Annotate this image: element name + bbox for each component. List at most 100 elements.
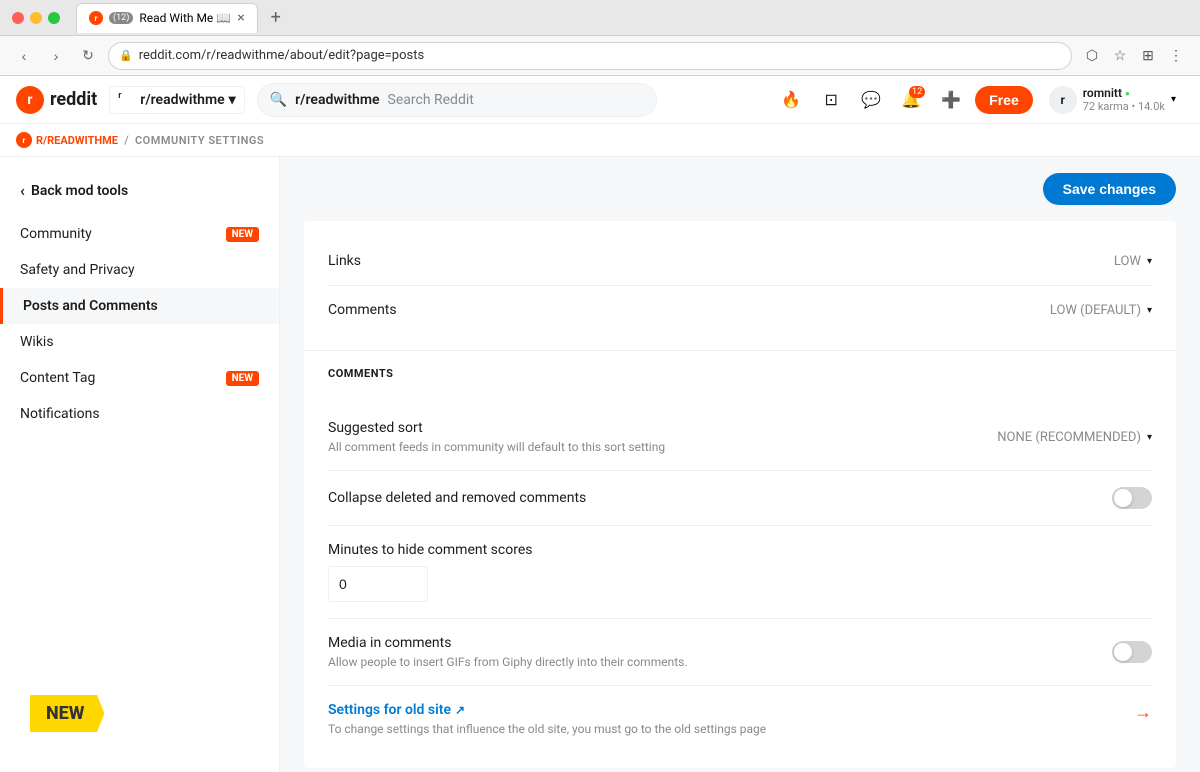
suggested-sort-dropdown[interactable]: NONE (RECOMMENDED) ▾ — [997, 430, 1152, 445]
comments-section-header: COMMENTS — [304, 350, 1176, 388]
subreddit-chevron: ▾ — [229, 92, 236, 108]
media-comments-title: Media in comments — [328, 635, 1112, 651]
subreddit-name: r/readwithme — [140, 92, 224, 108]
suggested-sort-value: NONE (RECOMMENDED) — [997, 430, 1141, 445]
cast-icon[interactable]: ⬡ — [1080, 44, 1104, 68]
minimize-dot[interactable] — [30, 12, 42, 24]
sidebar-nav: Community NEW Safety and Privacy Posts a… — [0, 216, 279, 432]
reddit-header: r reddit r r/readwithme ▾ 🔍 r/readwithme… — [0, 76, 1200, 124]
collapse-deleted-toggle[interactable] — [1112, 487, 1152, 509]
reddit-logo[interactable]: r reddit — [16, 86, 97, 114]
media-toggle-thumb — [1114, 643, 1132, 661]
main-content: ‹ Back mod tools Community NEW Safety an… — [0, 157, 1200, 772]
notification-bell[interactable]: 🔔 12 — [895, 84, 927, 116]
links-section: Links LOW ▾ Comments LOW (DEFAULT) ▾ — [304, 221, 1176, 350]
minutes-hide-row: Minutes to hide comment scores — [328, 526, 1152, 619]
reddit-icon: r — [16, 86, 44, 114]
new-banner: NEW — [30, 695, 104, 732]
maximize-dot[interactable] — [48, 12, 60, 24]
refresh-button[interactable]: ↻ — [76, 44, 100, 68]
home-icon[interactable]: ⊡ — [815, 84, 847, 116]
search-subreddit: r/readwithme — [295, 92, 379, 108]
breadcrumb-separator: / — [124, 133, 129, 147]
comments-dropdown[interactable]: LOW (DEFAULT) ▾ — [1050, 303, 1152, 318]
settings-panel: Links LOW ▾ Comments LOW (DEFAULT) ▾ — [304, 221, 1176, 768]
sidebar-item-notifications[interactable]: Notifications — [0, 396, 279, 432]
user-menu[interactable]: r romnitt ● 72 karma • 14.0k ▾ — [1041, 82, 1184, 118]
content-tag-new-badge: NEW — [226, 371, 259, 386]
new-tab-button[interactable]: + — [262, 4, 290, 32]
popular-icon[interactable]: 🔥 — [775, 84, 807, 116]
browser-toolbar: ‹ › ↻ 🔒 reddit.com/r/readwithme/about/ed… — [0, 36, 1200, 76]
comments-row: Comments LOW (DEFAULT) ▾ — [328, 286, 1152, 334]
avatar: r — [1049, 86, 1077, 114]
extensions-icon[interactable]: ⊞ — [1136, 44, 1160, 68]
community-new-badge: NEW — [226, 227, 259, 242]
search-bar[interactable]: 🔍 r/readwithme Search Reddit — [257, 83, 657, 117]
plus-icon[interactable]: ➕ — [935, 84, 967, 116]
online-dot: ● — [1125, 89, 1130, 98]
back-mod-tools-link[interactable]: ‹ Back mod tools — [0, 173, 279, 208]
old-settings-info: Settings for old site ↗ To change settin… — [328, 702, 766, 736]
comments-settings-section: Suggested sort All comment feeds in comm… — [304, 388, 1176, 768]
suggested-sort-desc: All comment feeds in community will defa… — [328, 440, 997, 454]
links-value: LOW — [1114, 254, 1141, 269]
notif-count: 12 — [909, 86, 925, 98]
media-comments-info: Media in comments Allow people to insert… — [328, 635, 1112, 669]
sidebar: ‹ Back mod tools Community NEW Safety an… — [0, 157, 280, 772]
tab-close-button[interactable]: × — [237, 10, 244, 26]
new-banner-area: NEW — [30, 695, 104, 732]
active-tab[interactable]: r (12) Read With Me 📖 × — [76, 3, 258, 33]
content-area: Save changes Links LOW ▾ Comments — [280, 157, 1200, 772]
suggested-sort-info: Suggested sort All comment feeds in comm… — [328, 420, 997, 454]
sidebar-item-content-tag[interactable]: Content Tag NEW — [0, 360, 279, 396]
collapse-deleted-label: Collapse deleted and removed comments — [328, 490, 586, 506]
browser-titlebar: r (12) Read With Me 📖 × + — [0, 0, 1200, 36]
breadcrumb-subreddit[interactable]: r R/READWITHME — [16, 132, 118, 148]
comments-value: LOW (DEFAULT) — [1050, 303, 1141, 318]
subreddit-selector[interactable]: r r/readwithme ▾ — [109, 86, 244, 114]
close-dot[interactable] — [12, 12, 24, 24]
back-arrow-icon: ‹ — [20, 181, 25, 200]
user-chevron: ▾ — [1171, 94, 1176, 105]
toggle-thumb — [1114, 489, 1132, 507]
sidebar-item-community[interactable]: Community NEW — [0, 216, 279, 252]
tab-badge: (12) — [109, 12, 133, 24]
suggested-sort-row: Suggested sort All comment feeds in comm… — [328, 404, 1152, 471]
back-label: Back mod tools — [31, 183, 128, 199]
toolbar-icons: ⬡ ☆ ⊞ ⋮ — [1080, 44, 1188, 68]
reddit-wordmark: reddit — [50, 89, 97, 110]
minutes-hide-label: Minutes to hide comment scores — [328, 542, 532, 558]
free-button[interactable]: Free — [975, 86, 1033, 114]
chat-icon[interactable]: 💬 — [855, 84, 887, 116]
links-row: Links LOW ▾ — [328, 237, 1152, 286]
tab-favicon: r — [89, 11, 103, 25]
sidebar-item-posts[interactable]: Posts and Comments — [0, 288, 279, 324]
save-changes-button[interactable]: Save changes — [1043, 173, 1176, 205]
arrow-right-icon[interactable]: → — [1134, 702, 1152, 723]
minutes-hide-input[interactable] — [328, 566, 428, 602]
address-bar[interactable]: 🔒 reddit.com/r/readwithme/about/edit?pag… — [108, 42, 1072, 70]
menu-icon[interactable]: ⋮ — [1164, 44, 1188, 68]
sidebar-item-wikis[interactable]: Wikis — [0, 324, 279, 360]
browser-tabs: r (12) Read With Me 📖 × + — [76, 3, 1188, 33]
search-placeholder: Search Reddit — [388, 92, 474, 108]
bookmark-icon[interactable]: ☆ — [1108, 44, 1132, 68]
user-details: romnitt ● 72 karma • 14.0k — [1083, 86, 1165, 113]
search-icon: 🔍 — [270, 92, 287, 108]
tab-title: Read With Me 📖 — [139, 11, 231, 25]
sidebar-item-safety[interactable]: Safety and Privacy — [0, 252, 279, 288]
lock-icon: 🔒 — [119, 49, 133, 62]
window-controls — [12, 12, 60, 24]
forward-button[interactable]: › — [44, 44, 68, 68]
links-chevron-icon: ▾ — [1147, 256, 1152, 267]
comments-chevron-icon: ▾ — [1147, 305, 1152, 316]
links-label: Links — [328, 253, 361, 269]
links-dropdown[interactable]: LOW ▾ — [1114, 254, 1152, 269]
media-comments-toggle[interactable] — [1112, 641, 1152, 663]
comments-label: Comments — [328, 302, 397, 318]
user-karma: 72 karma • 14.0k — [1083, 100, 1165, 113]
old-settings-link[interactable]: Settings for old site ↗ — [328, 702, 766, 718]
back-button[interactable]: ‹ — [12, 44, 36, 68]
old-settings-row: Settings for old site ↗ To change settin… — [328, 686, 1152, 752]
